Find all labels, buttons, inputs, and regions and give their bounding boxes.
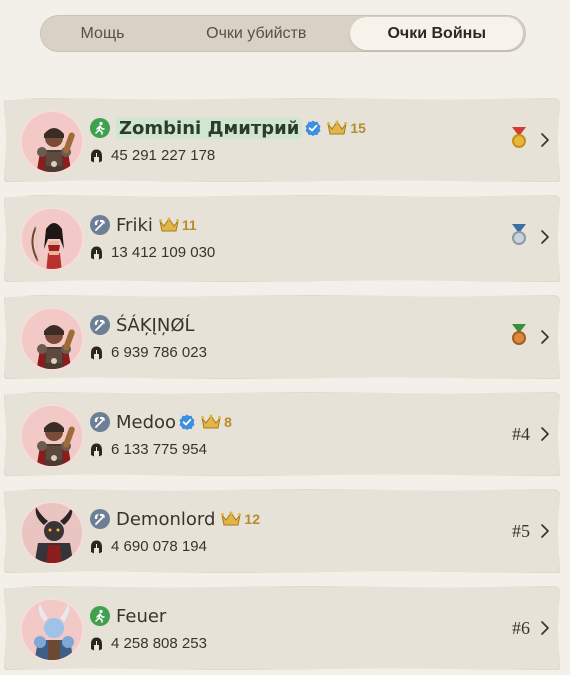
crown-level: 8 [224,414,232,430]
avatar[interactable] [20,404,84,468]
axe-icon [90,315,110,335]
tab-power[interactable]: Мощь [43,17,162,50]
bronze-medal-icon [510,323,528,351]
war-points-value: 4 258 808 253 [111,635,207,652]
rank-area [510,223,550,251]
leaderboard-list: Zombini Дмитрий 15 45 291 227 178 Friki 11 1… [4,98,560,675]
rank-number: #5 [512,520,530,541]
leaderboard-row[interactable]: Feuer 4 258 808 253 #6 [4,586,560,670]
chevron-right-icon[interactable] [540,329,550,345]
helmet-icon [90,246,111,260]
war-points-value: 45 291 227 178 [111,147,216,164]
war-points: 4 258 808 253 [90,635,207,652]
rank-area: #5 [512,517,550,545]
chevron-right-icon[interactable] [540,620,550,636]
war-points: 13 412 109 030 [90,244,215,261]
chevron-right-icon[interactable] [540,229,550,245]
rank-area [510,323,550,351]
leaderboard-row[interactable]: Friki 11 13 412 109 030 [4,195,560,282]
player-name-line: Feuer [90,604,166,628]
avatar[interactable] [20,598,84,662]
player-name-line: Demonlord 12 [90,507,260,531]
axe-icon [90,215,110,235]
war-points: 6 939 786 023 [90,344,207,361]
player-name-line: Friki 11 [90,213,197,237]
helmet-icon [90,149,111,163]
ranking-tabs: Мощь Очки убийств Очки Войны [40,15,526,52]
crown-icon [158,217,179,233]
runner-icon [90,606,110,626]
rank-area: #6 [512,614,550,642]
rank-area [510,126,550,154]
leaderboard-row[interactable]: Medoo 8 6 133 775 954 #4 [4,392,560,476]
chevron-right-icon[interactable] [540,132,550,148]
war-points: 4 690 078 194 [90,538,207,555]
tab-kill-points[interactable]: Очки убийств [162,17,350,50]
war-points: 45 291 227 178 [90,147,215,164]
avatar[interactable] [20,501,84,565]
war-points: 6 133 775 954 [90,441,207,458]
crown-badge: 15 [327,120,366,136]
verified-icon [176,414,195,430]
helmet-icon [90,540,111,554]
verified-icon [302,120,321,136]
crown-icon [221,511,242,527]
crown-badge: 8 [201,414,232,430]
crown-icon [201,414,222,430]
chevron-right-icon[interactable] [540,523,550,539]
helmet-icon [90,637,111,651]
player-name[interactable]: Zombini Дмитрий [116,117,303,139]
rank-number: #6 [512,617,530,638]
player-name[interactable]: ŚÁĶĮŅØĹ [116,315,195,336]
player-name[interactable]: Feuer [116,606,166,627]
crown-icon [327,120,348,136]
crown-level: 11 [181,217,197,233]
war-points-value: 6 939 786 023 [111,344,207,361]
axe-icon [90,509,110,529]
crown-badge: 11 [158,217,197,233]
axe-icon [90,412,110,432]
crown-level: 15 [350,120,366,136]
player-name-line: Medoo 8 [90,410,232,434]
silver-medal-icon [510,223,528,251]
player-name[interactable]: Medoo [116,412,176,433]
player-name[interactable]: Demonlord [116,509,215,530]
avatar[interactable] [20,307,84,371]
leaderboard-row[interactable]: Zombini Дмитрий 15 45 291 227 178 [4,98,560,182]
crown-level: 12 [244,511,260,527]
war-points-value: 6 133 775 954 [111,441,207,458]
leaderboard-row[interactable]: Demonlord 12 4 690 078 194 #5 [4,489,560,573]
helmet-icon [90,443,111,457]
player-name-line: Zombini Дмитрий 15 [90,116,366,140]
rank-number: #4 [512,423,530,444]
gold-medal-icon [510,126,528,154]
crown-badge: 12 [221,511,260,527]
tab-war-points[interactable]: Очки Войны [350,17,524,50]
leaderboard-row[interactable]: ŚÁĶĮŅØĹ 6 939 786 023 [4,295,560,379]
runner-icon [90,118,110,138]
player-name[interactable]: Friki [116,215,153,236]
war-points-value: 4 690 078 194 [111,538,207,555]
avatar[interactable] [20,207,84,271]
rank-area: #4 [512,420,550,448]
helmet-icon [90,346,111,360]
player-name-line: ŚÁĶĮŅØĹ [90,313,195,337]
chevron-right-icon[interactable] [540,426,550,442]
avatar[interactable] [20,110,84,174]
war-points-value: 13 412 109 030 [111,244,216,261]
